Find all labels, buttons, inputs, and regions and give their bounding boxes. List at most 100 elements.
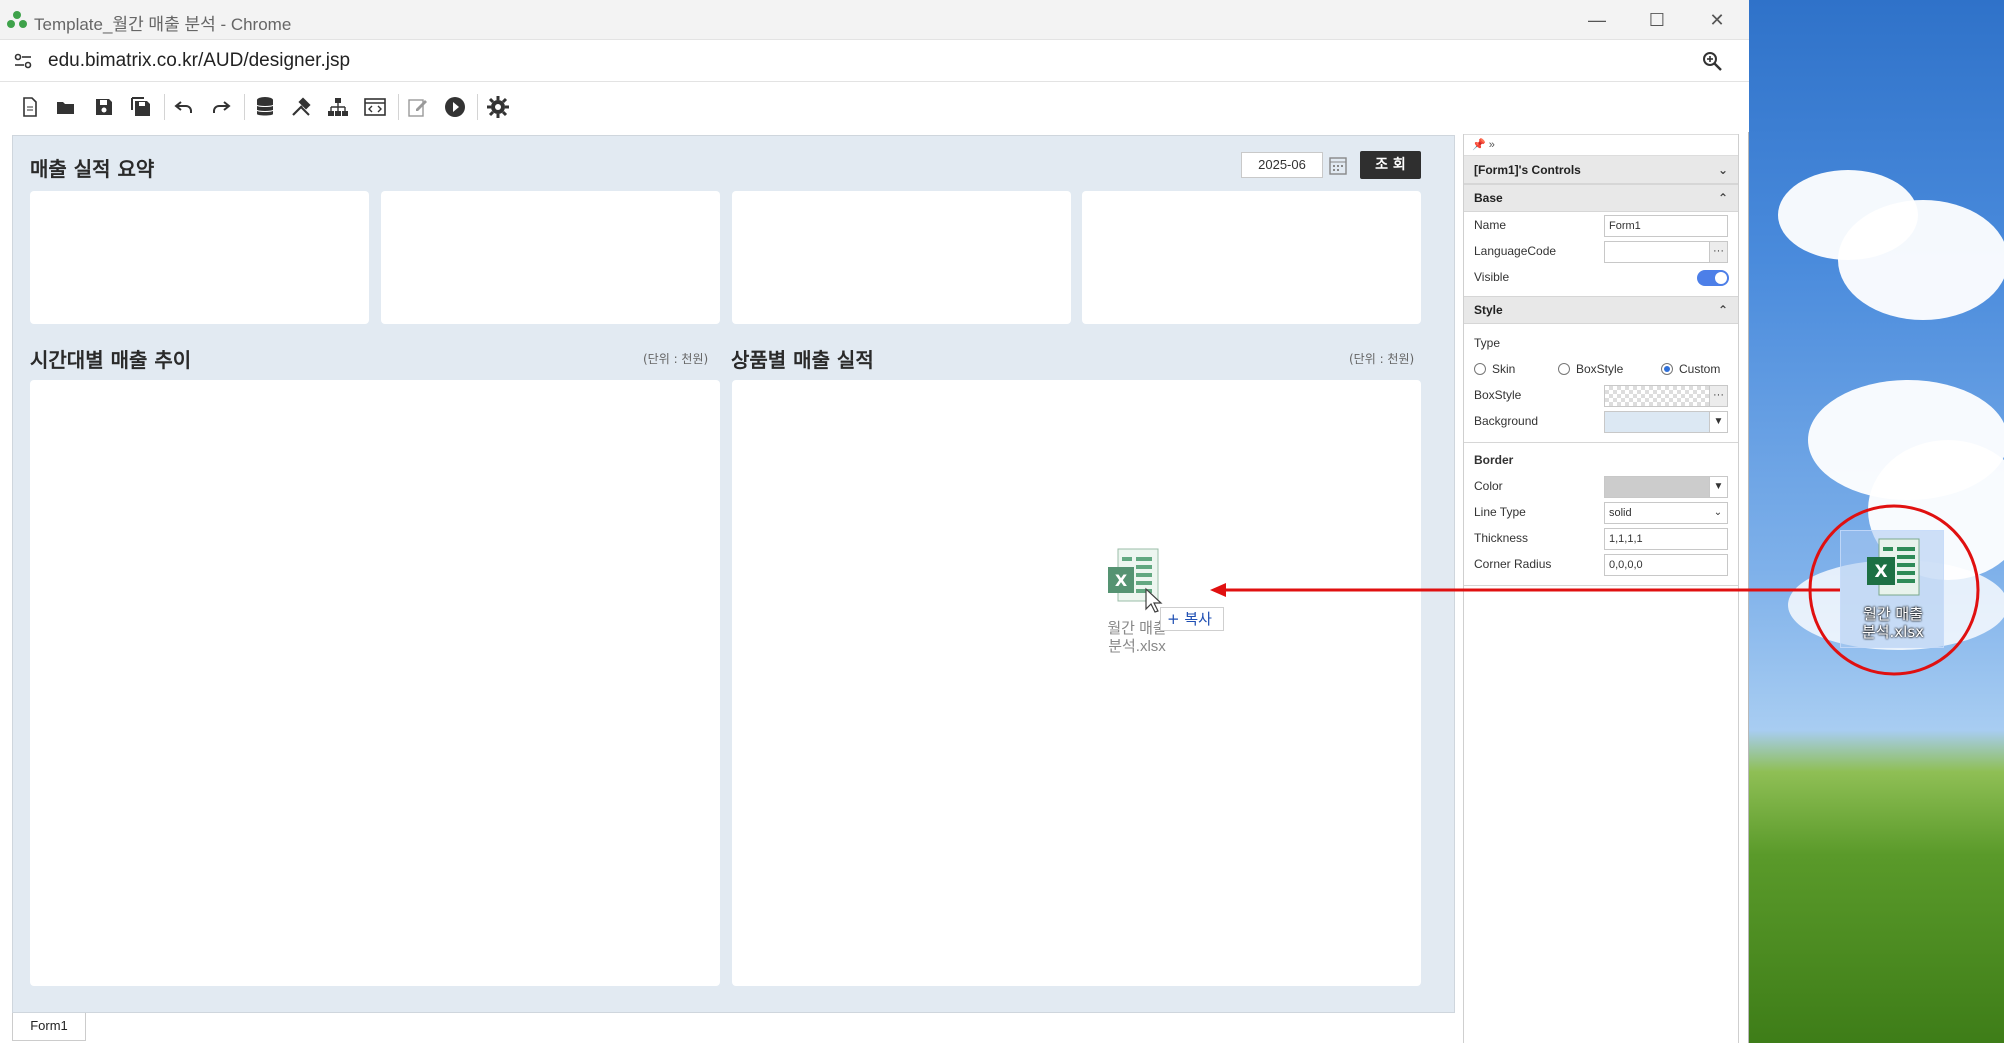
summary-card[interactable] (1082, 191, 1421, 324)
base-group-header[interactable]: Base ⌃ (1464, 184, 1738, 212)
summary-card[interactable] (732, 191, 1071, 324)
prop-name: Name Form1 (1464, 212, 1738, 238)
background-color-picker[interactable]: ▼ (1604, 411, 1728, 433)
chevron-down-icon[interactable]: ⌄ (1709, 503, 1727, 523)
form-tabs: Form1 (12, 1013, 1455, 1043)
maximize-button[interactable]: ☐ (1643, 6, 1671, 34)
more-options-icon[interactable]: ··· (1709, 386, 1727, 406)
zoom-icon[interactable] (1701, 50, 1723, 72)
browser-window: Template_월간 매출 분석 - Chrome — ☐ ✕ edu.bim… (0, 0, 1749, 1043)
minimize-button[interactable]: — (1583, 6, 1611, 34)
name-field[interactable]: Form1 (1604, 215, 1728, 237)
prop-label: Type (1474, 336, 1501, 350)
prop-label: Background (1474, 414, 1539, 428)
style-header-label: Style (1474, 303, 1503, 317)
new-document-icon[interactable] (18, 95, 42, 119)
summary-card[interactable] (30, 191, 369, 324)
cloud (1838, 200, 2004, 320)
product-unit: (단위 : 천원) (1349, 352, 1415, 366)
summary-title: 매출 실적 요약 (30, 157, 155, 181)
save-icon[interactable] (92, 95, 116, 119)
style-group-header[interactable]: Style ⌃ (1464, 296, 1738, 324)
line-type-value: solid (1609, 507, 1632, 519)
tools-icon[interactable] (289, 95, 313, 119)
prop-line-type: Line Type solid ⌄ (1464, 499, 1738, 525)
app-logo-icon (7, 11, 27, 28)
radio-skin[interactable] (1474, 363, 1486, 375)
type-radio-group: Skin BoxStyle Custom (1464, 356, 1738, 382)
base-header-label: Base (1474, 191, 1503, 205)
prop-label: Color (1474, 479, 1503, 493)
url-text[interactable]: edu.bimatrix.co.kr/AUD/designer.jsp (48, 50, 350, 72)
prop-label: Name (1474, 218, 1507, 232)
controls-selector[interactable]: [Form1]'s Controls ⌄ (1464, 156, 1738, 184)
thickness-field[interactable]: 1,1,1,1 (1604, 528, 1728, 550)
query-button[interactable]: 조 회 (1360, 151, 1421, 179)
prop-corner-radius: Corner Radius 0,0,0,0 (1464, 551, 1738, 577)
designer-canvas[interactable]: 매출 실적 요약 2025-06 조 회 시간대별 매출 추이 (단위 : 천원… (12, 135, 1455, 1013)
boxstyle-field[interactable]: ··· (1604, 385, 1728, 407)
undo-icon[interactable] (172, 95, 196, 119)
trend-chart-panel[interactable] (30, 380, 720, 986)
hierarchy-icon[interactable] (326, 95, 350, 119)
prop-visible: Visible (1464, 264, 1738, 290)
radio-custom[interactable] (1661, 363, 1673, 375)
border-header: Border (1474, 453, 1514, 467)
title-bar: Template_월간 매출 분석 - Chrome — ☐ ✕ (0, 0, 1749, 40)
prop-type: Type (1464, 330, 1738, 356)
chevron-down-icon[interactable]: ⌄ (1718, 156, 1728, 184)
chevron-up-icon[interactable]: ⌃ (1718, 297, 1728, 323)
border-color-picker[interactable]: ▼ (1604, 476, 1728, 498)
prop-label: Visible (1474, 270, 1510, 284)
prop-thickness: Thickness 1,1,1,1 (1464, 525, 1738, 551)
language-code-field[interactable]: ··· (1604, 241, 1728, 263)
radio-label: Skin (1492, 362, 1516, 376)
prop-label: BoxStyle (1474, 388, 1522, 402)
save-as-icon[interactable] (129, 95, 153, 119)
controls-header: [Form1]'s Controls (1474, 163, 1581, 177)
prop-label: Thickness (1474, 531, 1529, 545)
corner-radius-field[interactable]: 0,0,0,0 (1604, 554, 1728, 576)
product-title: 상품별 매출 실적 (731, 348, 874, 372)
trend-unit: (단위 : 천원) (643, 352, 709, 366)
trend-title: 시간대별 매출 추이 (30, 348, 192, 372)
address-bar: edu.bimatrix.co.kr/AUD/designer.jsp (0, 40, 1749, 82)
panel-pin-bar[interactable]: 📌 » (1464, 134, 1738, 156)
prop-background: Background ▼ (1464, 408, 1738, 434)
prop-border-color: Color ▼ (1464, 473, 1738, 499)
designer-toolbar (0, 82, 1749, 132)
script-editor-icon[interactable] (363, 95, 387, 119)
radio-boxstyle[interactable] (1558, 363, 1570, 375)
close-button[interactable]: ✕ (1703, 6, 1731, 34)
prop-label: Corner Radius (1474, 557, 1552, 571)
prop-label: Line Type (1474, 505, 1526, 519)
visible-toggle[interactable] (1697, 270, 1729, 286)
summary-card[interactable] (381, 191, 720, 324)
product-chart-panel[interactable] (732, 380, 1421, 986)
site-settings-icon[interactable] (12, 50, 34, 72)
toolbar-separator (477, 94, 478, 120)
date-input[interactable]: 2025-06 (1241, 152, 1323, 178)
annotation-arrow (1210, 583, 1840, 597)
drag-label-line: 분석.xlsx (1108, 638, 1166, 655)
open-folder-icon[interactable] (54, 95, 78, 119)
tab-form1[interactable]: Form1 (12, 1013, 86, 1041)
toolbar-separator (398, 94, 399, 120)
radio-label: Custom (1679, 362, 1721, 376)
prop-label: LanguageCode (1474, 244, 1557, 258)
run-icon[interactable] (443, 95, 467, 119)
redo-icon[interactable] (209, 95, 233, 119)
more-options-icon[interactable]: ··· (1709, 242, 1727, 262)
line-type-select[interactable]: solid ⌄ (1604, 502, 1728, 524)
dropdown-arrow-icon[interactable]: ▼ (1709, 477, 1727, 497)
annotation-circle (1808, 504, 1980, 676)
chevron-up-icon[interactable]: ⌃ (1718, 185, 1728, 211)
toolbar-separator (164, 94, 165, 120)
radio-label: BoxStyle (1576, 362, 1624, 376)
edit-icon[interactable] (406, 95, 430, 119)
prop-boxstyle: BoxStyle ··· (1464, 382, 1738, 408)
dropdown-arrow-icon[interactable]: ▼ (1709, 412, 1727, 432)
calendar-icon[interactable] (1328, 154, 1348, 176)
settings-gear-icon[interactable] (486, 95, 510, 119)
database-icon[interactable] (253, 95, 277, 119)
